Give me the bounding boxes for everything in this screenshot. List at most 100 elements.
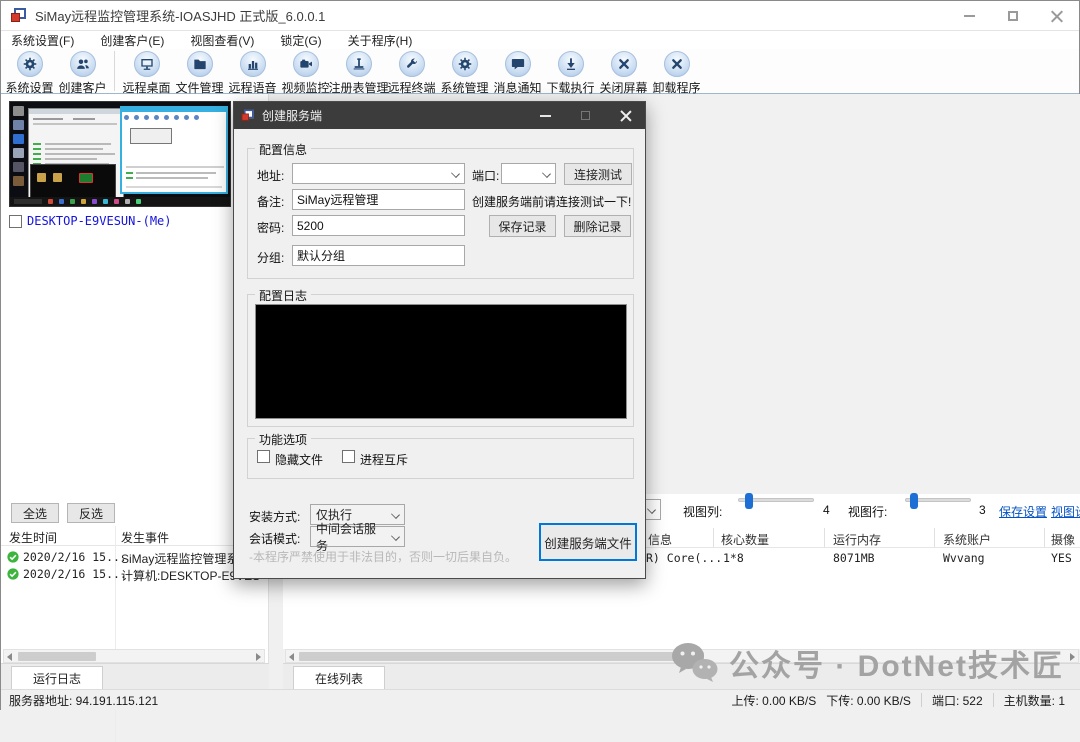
camera-icon	[292, 51, 319, 77]
create-server-file-button[interactable]: 创建服务端文件	[539, 523, 637, 561]
column-divider	[713, 528, 714, 548]
view-rows-slider[interactable]	[905, 493, 971, 509]
process-mutex-checkbox[interactable]	[342, 450, 355, 463]
registry-icon	[345, 51, 372, 77]
toolbar-download-exec[interactable]: 下载执行	[544, 49, 597, 96]
event-row[interactable]: 2020/2/16 15... SiMay远程监控管理系统	[1, 549, 269, 566]
toolbar-video-monitor[interactable]: 视频监控	[279, 49, 332, 96]
maximize-icon	[1008, 11, 1018, 21]
scroll-right-icon[interactable]	[1070, 653, 1075, 661]
upload-speed: 上传: 0.00 KB/S	[731, 693, 817, 708]
toolbar-system-manager[interactable]: 系统管理	[438, 49, 491, 96]
dialog-maximize-button[interactable]	[565, 102, 605, 129]
monitor-icon	[133, 51, 160, 77]
scrollbar-thumb[interactable]	[299, 652, 704, 661]
minimize-button[interactable]	[947, 1, 991, 31]
column-header-memory[interactable]: 运行内存	[833, 531, 881, 548]
password-label: 密码:	[257, 221, 285, 235]
column-header-info[interactable]: 信息	[648, 531, 672, 548]
message-icon	[504, 51, 531, 77]
slider-thumb[interactable]	[745, 493, 753, 509]
toolbar-remote-terminal[interactable]: 远程终端	[385, 49, 438, 96]
close-icon	[1051, 10, 1063, 22]
disclaimer-text: -本程序严禁使用于非法目的，否则一切后果自负。	[249, 550, 517, 564]
toolbar: 系统设置 创建客户 远程桌面 文件管理 远程语音 视频监控 注册表管理 远程终端…	[1, 49, 1079, 96]
cell-account: Wvvang	[943, 551, 985, 565]
toolbar-file-manager[interactable]: 文件管理	[173, 49, 226, 96]
folder-icon	[186, 51, 213, 77]
port-label: 端口:	[472, 169, 500, 183]
maximize-button[interactable]	[991, 1, 1035, 31]
menu-about[interactable]: 关于程序(H)	[348, 32, 413, 49]
dialog-close-button[interactable]	[605, 102, 645, 129]
toolbar-message-notify[interactable]: 消息通知	[491, 49, 544, 96]
column-header-time[interactable]: 发生时间	[9, 529, 57, 546]
menu-view[interactable]: 视图查看(V)	[190, 32, 254, 49]
dialog-minimize-button[interactable]	[525, 102, 565, 129]
select-all-button[interactable]: 全选	[11, 503, 59, 523]
column-header-camera[interactable]: 摄像	[1051, 531, 1075, 548]
scroll-right-icon[interactable]	[256, 653, 261, 661]
hide-file-label: 隐藏文件	[275, 453, 324, 467]
event-row[interactable]: 2020/2/16 15... 计算机:DESKTOP-E9VES	[1, 566, 269, 583]
host-count-status: 主机数量: 1	[1003, 693, 1065, 708]
session-mode-select[interactable]: 中间会话服务	[310, 522, 405, 553]
chevron-down-icon	[542, 169, 551, 178]
menu-create-client[interactable]: 创建客户(E)	[100, 32, 164, 49]
tab-run-log[interactable]: 运行日志	[11, 666, 103, 690]
close-button[interactable]	[1035, 1, 1079, 31]
dialog-title-bar: 创建服务端	[234, 102, 645, 129]
online-tab-strip: 在线列表	[283, 663, 1080, 690]
invert-select-button[interactable]: 反选	[67, 503, 115, 523]
log-tab-strip: 运行日志	[1, 663, 269, 690]
scroll-left-icon[interactable]	[289, 653, 294, 661]
save-settings-link[interactable]: 保存设置	[999, 503, 1047, 520]
scrollbar-thumb[interactable]	[18, 652, 96, 661]
view-rows-value: 3	[979, 503, 986, 517]
tab-online-list[interactable]: 在线列表	[293, 666, 385, 690]
column-divider	[1044, 528, 1045, 548]
toolbar-uninstall[interactable]: 卸载程序	[650, 49, 703, 96]
connection-test-button[interactable]: 连接测试	[564, 163, 632, 185]
toolbar-system-settings[interactable]: 系统设置	[3, 49, 56, 96]
online-horizontal-scrollbar[interactable]	[285, 649, 1079, 663]
view-columns-slider[interactable]	[738, 493, 814, 509]
cell-core-count: 1*8	[723, 551, 744, 565]
column-header-event[interactable]: 发生事件	[121, 529, 169, 546]
host-list-item[interactable]: DESKTOP-E9VESUN-(Me)	[9, 214, 172, 228]
toolbar-remote-desktop[interactable]: 远程桌面	[120, 49, 173, 96]
event-time: 2020/2/16 15...	[23, 567, 127, 581]
cell-cpu-info: R) Core(...	[646, 551, 723, 565]
menu-bar: 系统设置(F) 创建客户(E) 视图查看(V) 锁定(G) 关于程序(H)	[1, 31, 1079, 49]
chevron-down-icon	[647, 505, 656, 514]
save-record-button[interactable]: 保存记录	[489, 215, 556, 237]
toolbar-remote-audio[interactable]: 远程语音	[226, 49, 279, 96]
toolbar-create-client[interactable]: 创建客户	[56, 49, 109, 96]
password-input[interactable]	[292, 215, 465, 236]
group-input[interactable]	[292, 245, 465, 266]
status-bar: 服务器地址: 94.191.115.121 上传: 0.00 KB/S 下传: …	[1, 689, 1080, 710]
slider-thumb[interactable]	[910, 493, 918, 509]
remark-input[interactable]	[292, 189, 465, 210]
toolbar-close-screen[interactable]: 关闭屏幕	[597, 49, 650, 96]
log-horizontal-scrollbar[interactable]	[3, 649, 265, 663]
menu-system-settings[interactable]: 系统设置(F)	[11, 32, 74, 49]
menu-lock[interactable]: 锁定(G)	[280, 32, 321, 49]
hide-file-checkbox[interactable]	[257, 450, 270, 463]
column-header-cores[interactable]: 核心数量	[721, 531, 769, 548]
port-combobox[interactable]	[501, 163, 556, 184]
config-info-legend: 配置信息	[255, 141, 312, 158]
create-server-dialog: 创建服务端 配置信息 地址: 端口: 连接测试 备注: 创建服务端前请连接测试一…	[233, 101, 646, 579]
remote-desktop-thumbnail[interactable]	[9, 101, 231, 207]
view-columns-label: 视图列:	[683, 505, 723, 519]
scroll-left-icon[interactable]	[7, 653, 12, 661]
dialog-icon	[241, 109, 255, 122]
address-combobox[interactable]	[292, 163, 465, 184]
address-label: 地址:	[257, 169, 285, 183]
delete-record-button[interactable]: 删除记录	[564, 215, 631, 237]
toolbar-registry-manager[interactable]: 注册表管理	[329, 49, 389, 96]
host-checkbox[interactable]	[9, 214, 22, 228]
column-header-account[interactable]: 系统账户	[943, 531, 991, 548]
view-settings-link[interactable]: 视图设置	[1051, 503, 1080, 520]
column-divider	[824, 528, 825, 548]
